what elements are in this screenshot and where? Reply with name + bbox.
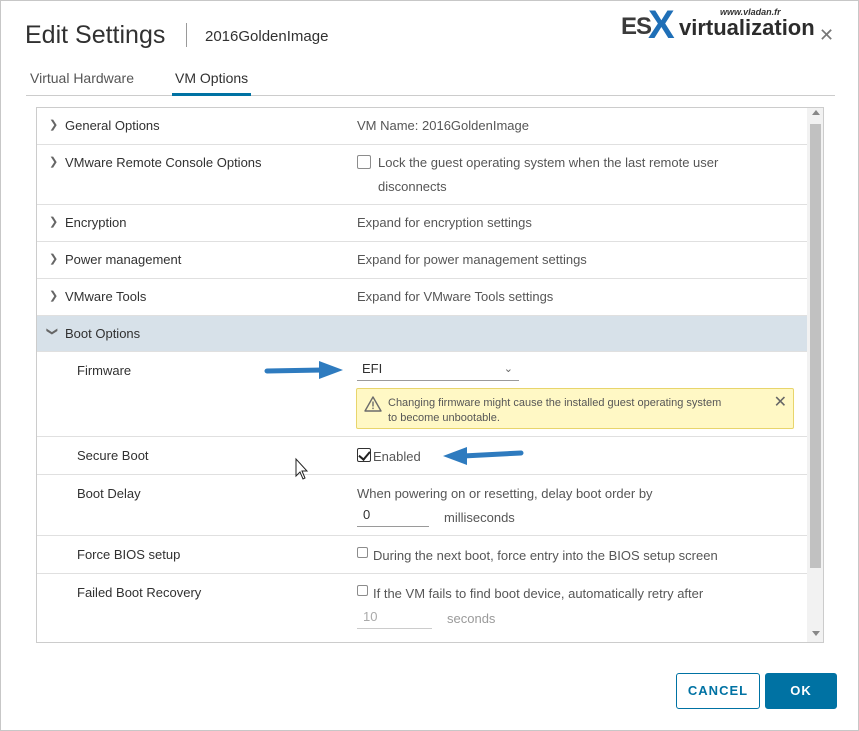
power-management-label: Power management xyxy=(65,252,182,267)
ok-button[interactable]: OK xyxy=(765,673,837,709)
watermark-es: ES xyxy=(621,13,652,40)
vm-options-panel: ❯ General Options VM Name: 2016GoldenIma… xyxy=(36,107,824,643)
dialog-title: Edit Settings xyxy=(25,21,166,49)
tab-bar: Virtual Hardware VM Options xyxy=(26,67,835,96)
vmware-tools-label: VMware Tools xyxy=(65,289,147,304)
retry-seconds-input[interactable]: 10 xyxy=(357,606,432,629)
failed-boot-recovery-label: Failed Boot Recovery xyxy=(77,585,202,600)
general-options-value: VM Name: 2016GoldenImage xyxy=(357,118,529,133)
secure-boot-checkbox-label: Enabled xyxy=(373,449,421,464)
lock-guest-os-label-line1: Lock the guest operating system when the… xyxy=(378,155,719,170)
tab-virtual-hardware[interactable]: Virtual Hardware xyxy=(30,70,134,96)
power-management-value: Expand for power management settings xyxy=(357,252,587,267)
scrollbar-thumb[interactable] xyxy=(810,124,821,568)
firmware-row: Firmware EFI ⌄ Changing firmware might c… xyxy=(37,352,807,437)
boot-delay-description: When powering on or resetting, delay boo… xyxy=(357,486,653,501)
secure-boot-checkbox[interactable] xyxy=(357,448,371,462)
watermark-virtualization: virtualization xyxy=(679,15,815,40)
firmware-warning-line2: to become unbootable. xyxy=(388,412,500,424)
force-bios-checkbox[interactable] xyxy=(357,547,368,558)
general-options-row[interactable]: ❯ General Options VM Name: 2016GoldenIma… xyxy=(37,108,807,145)
encryption-row[interactable]: ❯ Encryption Expand for encryption setti… xyxy=(37,205,807,242)
boot-options-row[interactable]: ❯ Boot Options xyxy=(37,316,807,352)
watermark-logo: www.vladan.fr ES X virtualization xyxy=(621,5,851,45)
boot-delay-unit: milliseconds xyxy=(444,510,515,525)
failed-boot-recovery-row: Failed Boot Recovery If the VM fails to … xyxy=(37,574,807,642)
firmware-select[interactable]: EFI ⌄ xyxy=(357,359,519,381)
secure-boot-row: Secure Boot Enabled xyxy=(37,437,807,475)
watermark-x: X xyxy=(648,3,675,47)
cancel-button[interactable]: CANCEL xyxy=(676,673,760,709)
firmware-warning-line1: Changing firmware might cause the instal… xyxy=(388,397,722,409)
lock-guest-os-label-line2: disconnects xyxy=(378,179,447,194)
chevron-right-icon[interactable]: ❯ xyxy=(49,215,58,228)
failed-boot-recovery-checkbox-label: If the VM fails to find boot device, aut… xyxy=(373,586,704,601)
close-icon[interactable]: ✕ xyxy=(819,27,834,45)
boot-delay-input[interactable]: 0 xyxy=(357,504,429,527)
title-separator xyxy=(186,23,187,47)
remote-console-row[interactable]: ❯ VMware Remote Console Options Lock the… xyxy=(37,145,807,205)
edit-settings-dialog: Edit Settings 2016GoldenImage www.vladan… xyxy=(0,0,859,731)
vmware-tools-value: Expand for VMware Tools settings xyxy=(357,289,554,304)
close-icon[interactable]: ✕ xyxy=(774,392,787,412)
remote-console-label: VMware Remote Console Options xyxy=(65,155,262,170)
tab-vm-options[interactable]: VM Options xyxy=(172,70,252,96)
encryption-label: Encryption xyxy=(65,215,127,230)
force-bios-label: Force BIOS setup xyxy=(77,547,181,562)
firmware-selected-value: EFI xyxy=(362,361,383,376)
retry-seconds-unit: seconds xyxy=(447,611,496,626)
warning-triangle-icon xyxy=(364,396,382,412)
chevron-down-icon[interactable]: ❯ xyxy=(46,327,59,336)
chevron-right-icon[interactable]: ❯ xyxy=(49,118,58,131)
secure-boot-label: Secure Boot xyxy=(77,448,149,463)
boot-delay-row: Boot Delay When powering on or resetting… xyxy=(37,475,807,536)
encryption-value: Expand for encryption settings xyxy=(357,215,532,230)
scroll-down-arrow-icon[interactable] xyxy=(812,631,820,636)
general-options-label: General Options xyxy=(65,118,160,133)
firmware-label: Firmware xyxy=(77,363,132,378)
force-bios-checkbox-label: During the next boot, force entry into t… xyxy=(373,548,718,563)
power-management-row[interactable]: ❯ Power management Expand for power mana… xyxy=(37,242,807,279)
firmware-warning-alert: Changing firmware might cause the instal… xyxy=(356,388,794,429)
chevron-down-icon: ⌄ xyxy=(503,363,513,375)
boot-delay-label: Boot Delay xyxy=(77,486,141,501)
vmware-tools-row[interactable]: ❯ VMware Tools Expand for VMware Tools s… xyxy=(37,279,807,316)
force-bios-row: Force BIOS setup During the next boot, f… xyxy=(37,536,807,574)
failed-boot-recovery-checkbox[interactable] xyxy=(357,585,368,596)
chevron-right-icon[interactable]: ❯ xyxy=(49,289,58,302)
vertical-scrollbar[interactable] xyxy=(807,108,823,642)
chevron-right-icon[interactable]: ❯ xyxy=(49,252,58,265)
chevron-right-icon[interactable]: ❯ xyxy=(49,155,58,168)
boot-options-label: Boot Options xyxy=(65,326,141,341)
firmware-warning-text: Changing firmware might cause the instal… xyxy=(388,396,768,426)
lock-guest-os-checkbox[interactable] xyxy=(357,155,371,169)
vm-name-label: 2016GoldenImage xyxy=(205,28,329,45)
scroll-up-arrow-icon[interactable] xyxy=(812,110,820,115)
